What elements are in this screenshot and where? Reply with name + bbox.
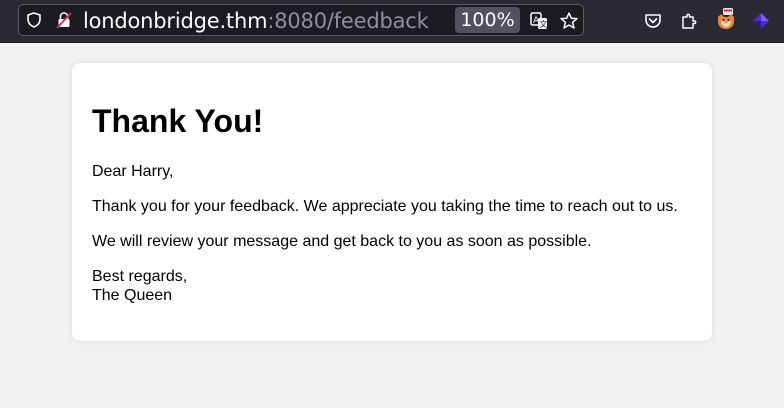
url-host: londonbridge.thm: [83, 9, 268, 33]
pocket-icon[interactable]: [643, 11, 663, 31]
foxyproxy-icon[interactable]: [715, 7, 737, 31]
tracking-protection-icon[interactable]: [26, 12, 42, 28]
star-icon[interactable]: [559, 11, 579, 31]
browser-toolbar: londonbridge.thm:8080/feedback 100% A 文: [0, 0, 784, 43]
signature-text: The Queen: [92, 287, 173, 304]
translate-icon[interactable]: A 文: [529, 11, 549, 31]
insecure-lock-icon[interactable]: [56, 11, 72, 29]
greeting-text: Dear Harry,: [92, 163, 174, 180]
page-title: Thank You!: [92, 103, 264, 139]
review-text: We will review your message and get back…: [92, 233, 592, 250]
closing-text: Best regards,: [92, 268, 188, 285]
feedback-confirmation-card: Thank You! Dear Harry, Thank you for you…: [72, 63, 712, 341]
address-bar[interactable]: londonbridge.thm:8080/feedback 100% A 文: [18, 4, 584, 36]
wappalyzer-icon[interactable]: [751, 11, 771, 31]
signature-block: Best regards, The Queen: [92, 267, 187, 305]
thanks-text: Thank you for your feedback. We apprecia…: [92, 198, 678, 215]
url-path: :8080/feedback: [267, 9, 429, 33]
url-text[interactable]: londonbridge.thm:8080/feedback: [83, 7, 429, 35]
extensions-icon[interactable]: [679, 11, 699, 31]
zoom-level-button[interactable]: 100%: [455, 7, 520, 33]
svg-text:文: 文: [540, 19, 548, 29]
